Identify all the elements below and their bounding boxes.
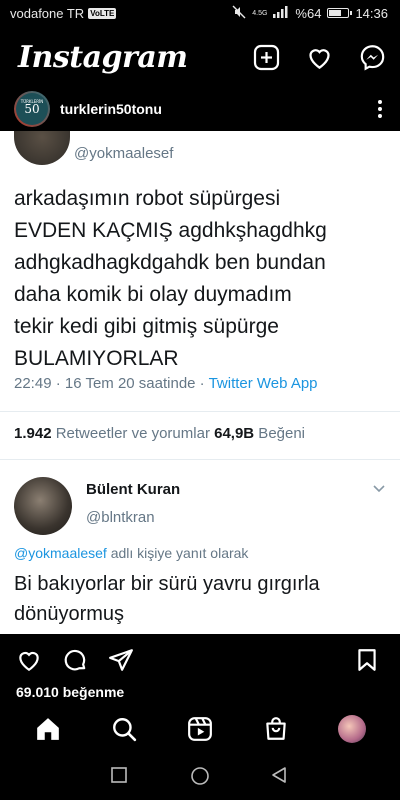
reply-text: Bi bakıyorlar bir sürü yavru gırgırla dö… (14, 569, 386, 629)
retweet-label: Retweetler ve yorumlar (51, 425, 215, 442)
signal-icon (273, 5, 289, 21)
reply-handle: @blntkran (86, 509, 155, 526)
share-icon[interactable] (108, 647, 134, 673)
recent-apps-icon[interactable] (110, 766, 130, 786)
system-nav-bar (0, 752, 400, 800)
reply-avatar (14, 477, 72, 535)
post-header: 50 TÜRKLERİN turklerin50tonu (0, 88, 400, 130)
top-app-bar: Instagram (0, 26, 400, 88)
tweet-line: adhgkadhagkdgahdk ben bundan (14, 251, 326, 274)
status-bar: vodafone TR VoLTE 4.5G %64 14:36 (0, 0, 400, 26)
post-avatar[interactable]: 50 TÜRKLERİN (14, 91, 50, 127)
tweet-line: daha komik bi olay duymadım (14, 283, 292, 306)
reply-mention: @yokmaalesef (14, 545, 107, 561)
tweet-stats: 1.942 Retweetler ve yorumlar 64,9B Beğen… (14, 425, 305, 442)
chevron-down-icon (372, 481, 386, 495)
new-post-icon[interactable] (253, 44, 280, 71)
battery-percent: %64 (295, 5, 322, 21)
tweet-line: tekir kedi gibi gitmiş süpürge (14, 315, 279, 338)
like-heart-icon[interactable] (16, 647, 42, 673)
carrier-name: vodafone TR (10, 5, 85, 21)
profile-picture (338, 715, 366, 743)
likes-count[interactable]: 69.010 beğenme (16, 684, 124, 700)
more-options-icon[interactable] (374, 100, 386, 118)
tweet-source: Twitter Web App (208, 375, 318, 392)
shop-icon[interactable] (262, 715, 290, 743)
tweet-handle: @yokmaalesef (74, 145, 174, 162)
messenger-icon[interactable] (359, 44, 386, 71)
bottom-nav (0, 706, 400, 752)
tweet-author-avatar (14, 131, 70, 165)
tweet-line: arkadaşımın robot süpürgesi (14, 187, 281, 210)
tweet-timestamp: 22:49 · 16 Tem 20 saatinde · (14, 375, 209, 392)
home-icon[interactable] (34, 715, 62, 743)
tweet-line: BULAMIYORLAR (14, 347, 179, 370)
replying-to: @yokmaalesef adlı kişiye yanıt olarak (14, 545, 248, 561)
bookmark-icon[interactable] (354, 647, 380, 673)
divider (0, 459, 400, 460)
reply-line: Bi bakıyorlar bir sürü yavru gırgırla (14, 573, 320, 595)
svg-text:50: 50 (24, 102, 39, 116)
heart-icon[interactable] (306, 44, 333, 71)
tweet-meta: 22:49 · 16 Tem 20 saatinde · Twitter Web… (14, 375, 318, 392)
profile-avatar[interactable] (338, 715, 366, 743)
reply-line: dönüyormuş (14, 603, 125, 625)
tweet-line: EVDEN KAÇMIŞ agdhkşhagdhkg (14, 219, 327, 242)
reply-name: Bülent Kuran (86, 481, 181, 498)
comment-icon[interactable] (62, 647, 88, 673)
search-icon[interactable] (110, 715, 138, 743)
home-circle-icon[interactable] (190, 766, 210, 786)
network-type: 4.5G (252, 9, 268, 17)
retweet-count: 1.942 (14, 425, 52, 442)
post-image[interactable]: @yokmaalesef arkadaşımın robot süpürgesi… (0, 131, 400, 634)
reels-icon[interactable] (186, 715, 214, 743)
mute-icon (232, 5, 246, 22)
like-label: Beğeni (254, 425, 306, 442)
svg-text:TÜRKLERİN: TÜRKLERİN (20, 99, 43, 104)
top-actions (253, 44, 386, 71)
tweet-text: arkadaşımın robot süpürgesi EVDEN KAÇMIŞ… (14, 183, 386, 375)
reply-tweet: Bülent Kuran @blntkran @yokmaalesef adlı… (14, 465, 386, 634)
like-count: 64,9B (214, 425, 255, 442)
post-username[interactable]: turklerin50tonu (60, 101, 162, 117)
divider (0, 411, 400, 412)
status-right: 4.5G %64 14:36 (232, 5, 388, 22)
battery-icon (327, 8, 353, 18)
instagram-logo[interactable]: Instagram (18, 40, 188, 75)
reply-suffix: adlı kişiye yanıt olarak (106, 545, 249, 561)
back-icon[interactable] (270, 766, 290, 786)
tweet-author (14, 131, 70, 165)
carrier-group: vodafone TR VoLTE (10, 5, 117, 21)
post-actions (0, 642, 400, 678)
avatar-logo: 50 TÜRKLERİN (16, 93, 48, 125)
clock: 14:36 (355, 5, 388, 21)
volte-badge: VoLTE (88, 7, 117, 19)
